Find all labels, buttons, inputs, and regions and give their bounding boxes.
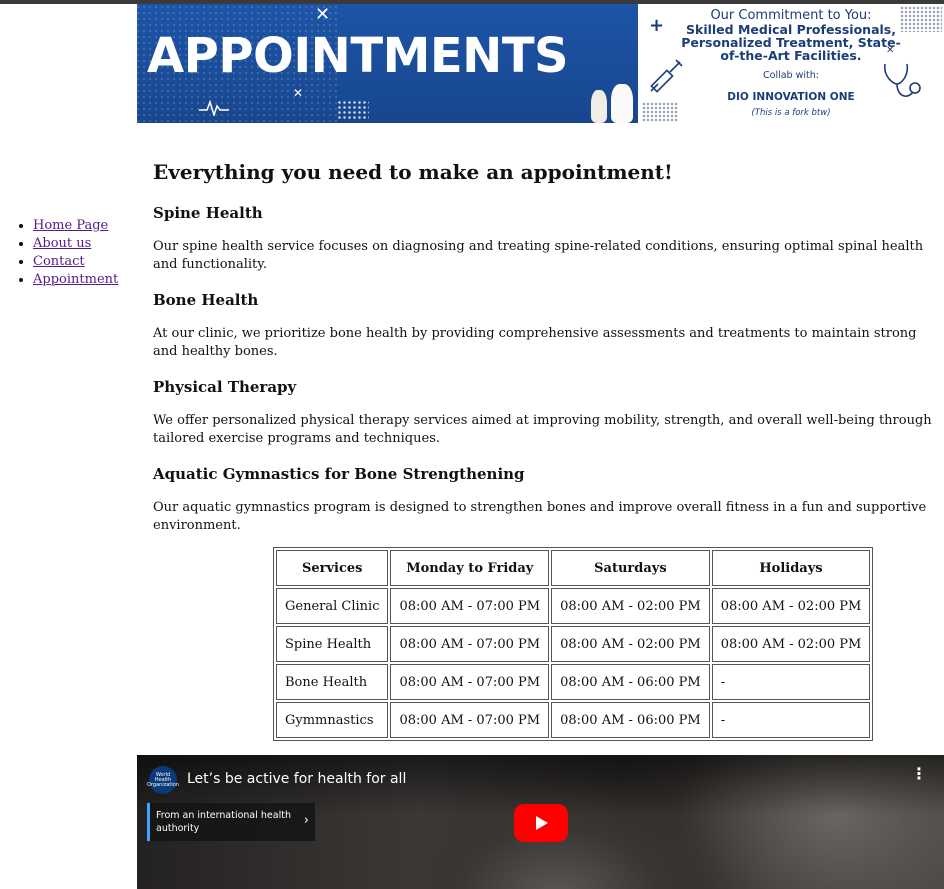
banner-right-panel: + ✕ Our Commitment to You: Skilled Medic… [638,4,944,123]
section-title-spine: Spine Health [153,204,263,222]
section-title-bone: Bone Health [153,291,259,309]
page-title: Everything you need to make an appointme… [153,160,673,184]
table-cell: Gymmnastics [276,702,389,738]
nav-item-about: About us [33,235,118,253]
collab-label: Collab with: [763,70,819,81]
table-cell: Spine Health [276,626,389,662]
table-row: Bone Health 08:00 AM - 07:00 PM 08:00 AM… [276,664,871,700]
embedded-video-player[interactable]: World Health Organization Let’s be activ… [137,755,944,889]
table-cell: 08:00 AM - 07:00 PM [390,626,550,662]
section-title-aquatic: Aquatic Gymnastics for Bone Strengthenin… [153,465,525,483]
table-cell: 08:00 AM - 06:00 PM [551,702,710,738]
nav-item-home: Home Page [33,217,118,235]
sidebar-nav: Home Page About us Contact Appointment [15,217,118,289]
doctor-figure-icon [591,90,607,123]
table-cell: 08:00 AM - 02:00 PM [711,588,871,624]
section-text-therapy: We offer personalized physical therapy s… [153,413,932,446]
doctor-figure-icon [611,84,633,123]
header-weekdays: Monday to Friday [390,550,550,586]
banner-title: APPOINTMENTS [147,28,569,84]
table-cell: 08:00 AM - 06:00 PM [551,664,710,700]
table-cell: 08:00 AM - 07:00 PM [390,588,550,624]
more-vert-icon[interactable]: ⋮ [911,766,927,782]
table-cell: - [711,664,871,700]
commitment-title: Our Commitment to You: [710,8,872,23]
table-header-row: Services Monday to Friday Saturdays Holi… [276,550,871,586]
banner-left-panel: APPOINTMENTS ✕ ✕ [137,4,638,123]
header-holidays: Holidays [711,550,871,586]
chevron-right-icon: › [303,813,309,828]
sparkle-icon: ✕ [293,86,304,100]
collab-name: DIO INNOVATION ONE [727,91,855,103]
appointment-link[interactable]: Appointment [33,272,118,287]
heartbeat-icon [199,100,229,116]
contact-link[interactable]: Contact [33,254,85,269]
table-cell: 08:00 AM - 02:00 PM [551,588,710,624]
play-button[interactable] [514,804,568,842]
table-cell: - [711,702,871,738]
dot-pattern [337,100,369,120]
who-logo-icon[interactable]: World Health Organization [147,766,179,794]
about-us-link[interactable]: About us [33,236,91,251]
sparkle-icon: ✕ [315,4,331,25]
section-text-spine: Our spine health service focuses on diag… [153,239,924,272]
main-content: Everything you need to make an appointme… [153,157,933,533]
fork-note: (This is a fork btw) [751,108,831,118]
home-page-link[interactable]: Home Page [33,218,108,233]
appointments-banner: APPOINTMENTS ✕ ✕ + ✕ Our Commitment to Y… [137,4,944,123]
table-row: Gymmnastics 08:00 AM - 07:00 PM 08:00 AM… [276,702,871,738]
table-row: General Clinic 08:00 AM - 07:00 PM 08:00… [276,588,871,624]
schedule-table: Services Monday to Friday Saturdays Holi… [273,547,874,741]
header-services: Services [276,550,389,586]
table-cell: 08:00 AM - 02:00 PM [711,626,871,662]
section-text-aquatic: Our aquatic gymnastics program is design… [153,500,927,533]
nav-item-appointment: Appointment [33,271,118,289]
nav-item-contact: Contact [33,253,118,271]
info-panel-text: From an international health authority [156,810,291,834]
info-panel[interactable]: From an international health authority › [147,803,315,841]
table-cell: General Clinic [276,588,389,624]
table-cell: 08:00 AM - 02:00 PM [551,626,710,662]
header-saturdays: Saturdays [551,550,710,586]
section-title-therapy: Physical Therapy [153,378,297,396]
table-cell: 08:00 AM - 07:00 PM [390,702,550,738]
table-cell: 08:00 AM - 07:00 PM [390,664,550,700]
section-text-bone: At our clinic, we prioritize bone health… [153,326,917,359]
table-row: Spine Health 08:00 AM - 07:00 PM 08:00 A… [276,626,871,662]
table-cell: Bone Health [276,664,389,700]
video-title[interactable]: Let’s be active for health for all [187,771,406,787]
commitment-block: Our Commitment to You: Skilled Medical P… [638,8,944,62]
play-icon [536,816,548,830]
